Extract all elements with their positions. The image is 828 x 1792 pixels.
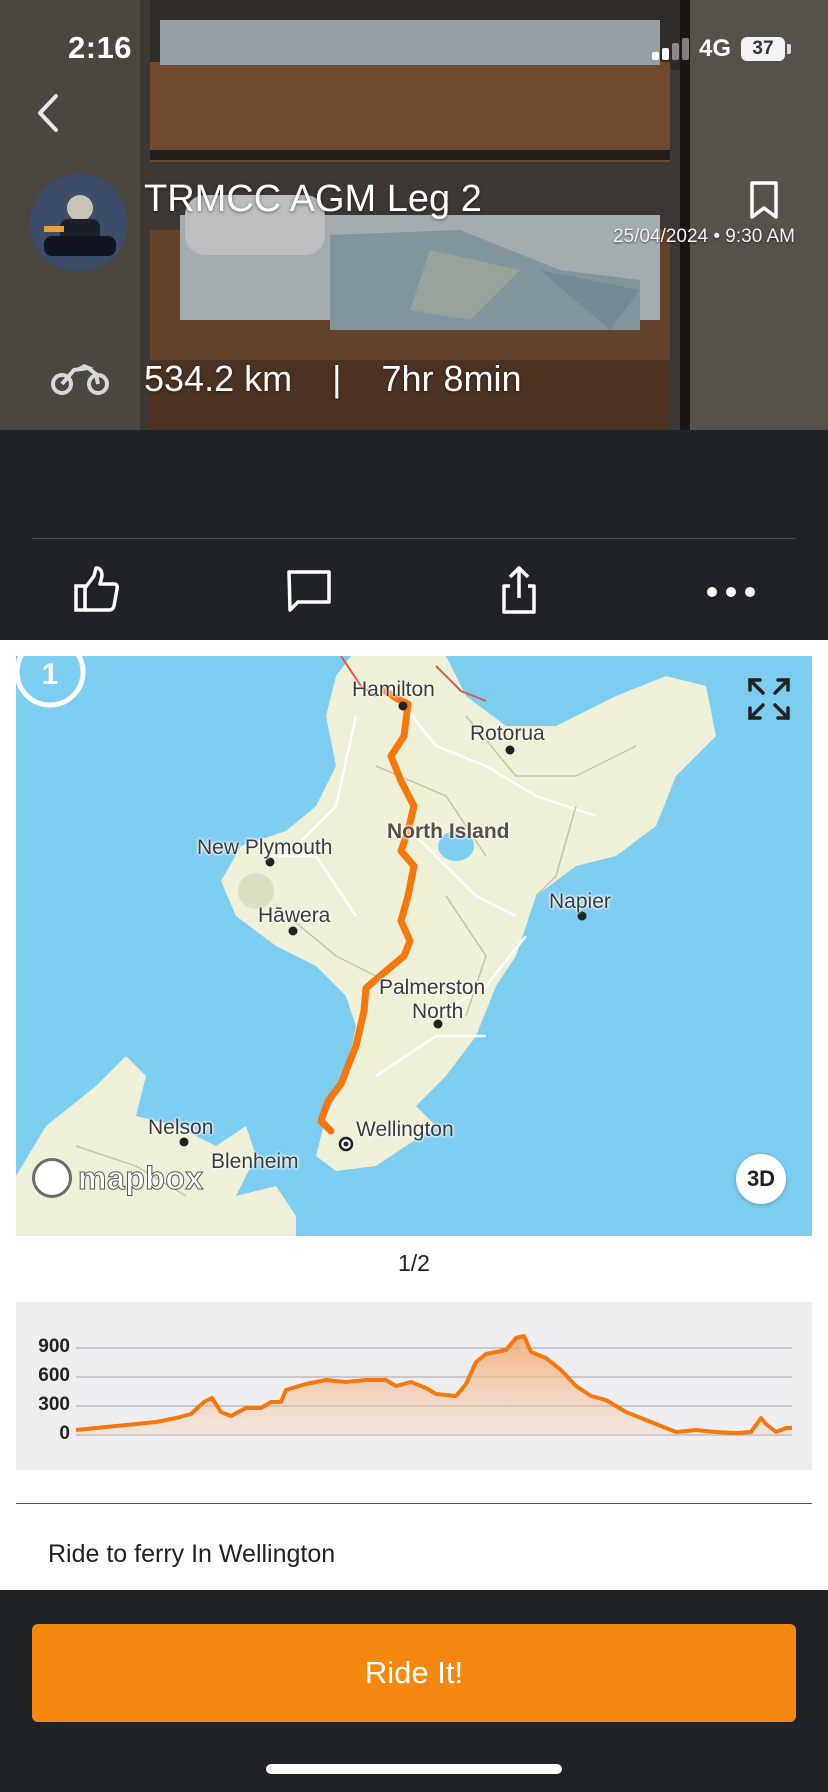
mapbox-icon [32, 1158, 72, 1198]
3d-toggle-button[interactable]: 3D [736, 1154, 786, 1204]
divider [32, 538, 796, 539]
ride-stats: 534.2 km | 7hr 8min [144, 358, 522, 400]
bookmark-button[interactable] [748, 180, 780, 220]
label-rotorua: Rotorua [470, 722, 545, 745]
label-napier: Napier [549, 890, 611, 913]
section-divider [16, 1503, 812, 1504]
map-base [16, 656, 812, 1236]
comment-button[interactable] [282, 564, 336, 618]
label-blenheim: Blenheim [211, 1150, 299, 1173]
bookmark-icon [750, 181, 778, 219]
comment-icon [287, 570, 331, 612]
fullscreen-button[interactable] [746, 676, 792, 722]
battery-tip [787, 44, 791, 54]
expand-icon [748, 678, 790, 720]
ride-description: Ride to ferry In Wellington [48, 1540, 336, 1568]
ride-details: Hamilton Rotorua North Island New Plymou… [0, 640, 828, 1590]
label-hawera: Hāwera [258, 904, 331, 927]
motorcycle-icon [50, 356, 110, 396]
map-pager: 1/2 [398, 1250, 430, 1276]
stats-separator: | [332, 358, 342, 399]
action-bar [0, 556, 828, 620]
ride-distance: 534.2 km [144, 358, 293, 399]
ride-it-button[interactable]: Ride It! [32, 1624, 796, 1722]
label-new-plymouth: New Plymouth [197, 836, 333, 859]
ride-title: TRMCC AGM Leg 2 [144, 178, 482, 220]
more-horizontal-icon [707, 587, 755, 597]
share-icon [502, 566, 536, 614]
signal-icon [652, 38, 690, 60]
label-wellington: Wellington [356, 1118, 454, 1141]
label-nelson: Nelson [148, 1116, 214, 1139]
back-button[interactable] [30, 88, 70, 138]
ride-duration: 7hr 8min [381, 358, 522, 399]
like-button[interactable] [70, 564, 124, 618]
more-button[interactable] [704, 564, 758, 618]
home-indicator [266, 1764, 562, 1774]
mapbox-logo: mapbox [32, 1156, 204, 1200]
elevation-profile: 900 600 300 0 [16, 1302, 812, 1470]
label-palmerston-north: North [412, 1000, 464, 1023]
route-map[interactable]: Hamilton Rotorua North Island New Plymou… [16, 656, 812, 1236]
avatar[interactable] [30, 174, 128, 272]
step-badge: 1 [16, 656, 90, 730]
battery-icon: 37 [741, 37, 785, 61]
label-north-island: North Island [387, 820, 510, 843]
label-hamilton: Hamilton [352, 678, 435, 701]
status-time: 2:16 [68, 30, 133, 65]
ride-date: 25/04/2024 • 9:30 AM [612, 226, 795, 247]
step-number: 1 [42, 658, 59, 691]
status-bar: 2:16 4G 37 [0, 0, 828, 98]
label-palmerston: Palmerston [379, 976, 486, 999]
avatar-image [30, 174, 128, 272]
ride-header: 2:16 4G 37 TRMCC AGM Leg 2 25/04/2024 • … [0, 0, 828, 430]
network-label: 4G [699, 35, 732, 62]
thumbs-up-icon [74, 566, 119, 612]
share-button[interactable] [492, 564, 546, 618]
chevron-left-icon [38, 94, 58, 132]
mapbox-text: mapbox [78, 1159, 204, 1196]
elevation-chart [75, 1334, 792, 1436]
